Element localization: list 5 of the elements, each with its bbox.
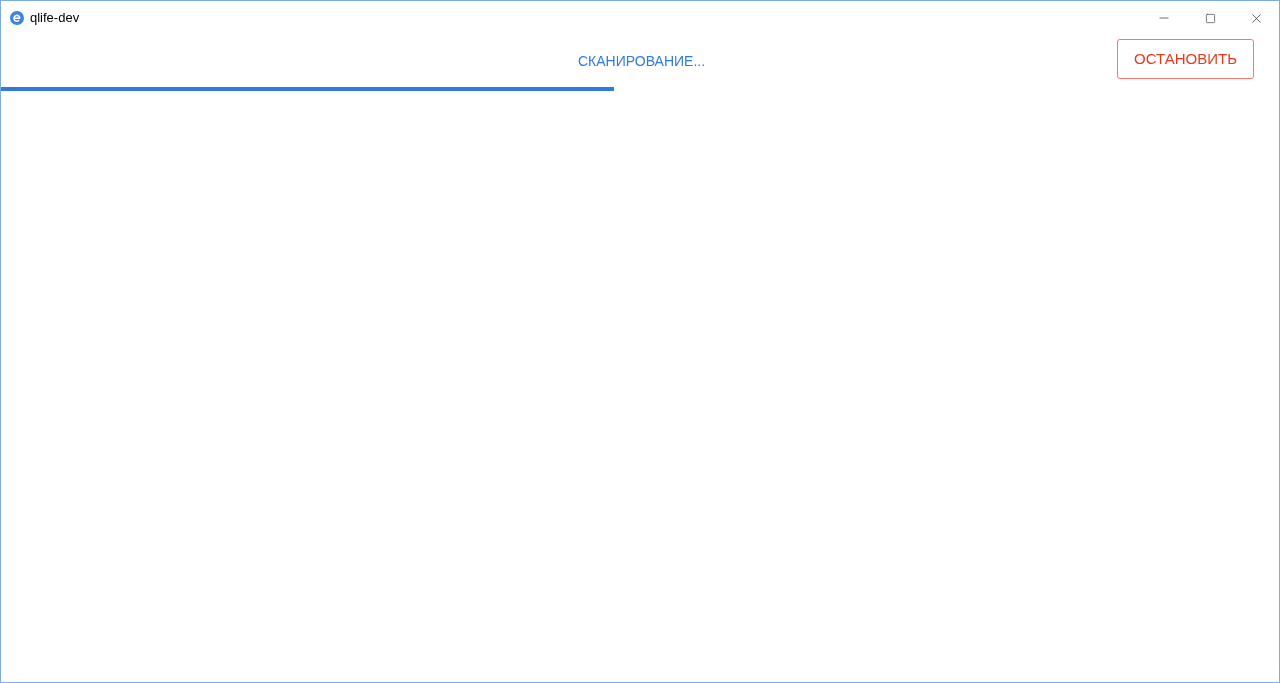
- window-title: qlife-dev: [30, 9, 80, 28]
- maximize-icon: [1204, 12, 1216, 24]
- scan-status: СКАНИРОВАНИЕ...: [578, 51, 706, 71]
- app-logo-icon: [10, 11, 24, 25]
- stop-button[interactable]: ОСТАНОВИТЬ: [1117, 39, 1254, 79]
